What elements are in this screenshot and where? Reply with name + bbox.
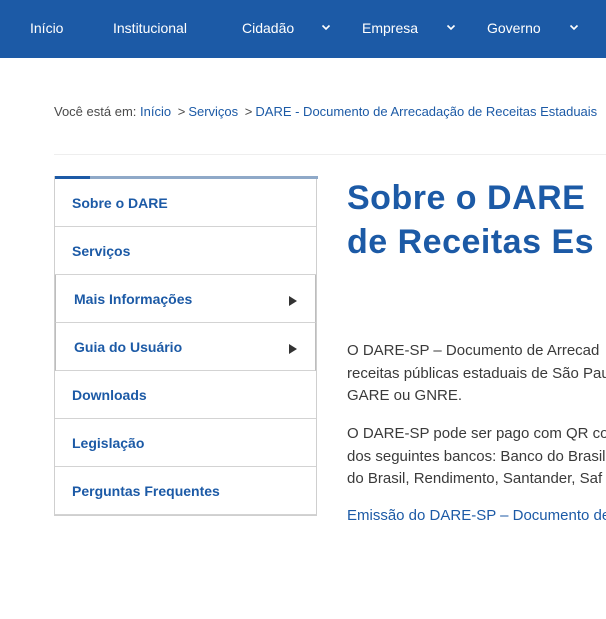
- paragraph-line: GARE ou GNRE.: [347, 387, 463, 404]
- paragraph-line: dos seguintes bancos: Banco do Brasil: [347, 447, 606, 465]
- chevron-down-icon[interactable]: [569, 22, 579, 32]
- nav-item-cidadao[interactable]: Cidadão: [242, 0, 294, 58]
- breadcrumb: Você está em: Início > Serviços > DARE - D…: [54, 104, 597, 119]
- breadcrumb-prefix: Você está em:: [54, 104, 137, 119]
- nav-item-inicio[interactable]: Início: [30, 0, 63, 58]
- top-navigation-bar: Início Institucional Cidadão Empresa Gov…: [0, 0, 606, 58]
- sidebar-item-label: Sobre o DARE: [72, 195, 168, 211]
- sidebar-item-sobre-o-dare[interactable]: Sobre o DARE: [55, 179, 316, 227]
- sidebar-item-label: Serviços: [72, 243, 131, 259]
- payment-paragraph: O DARE-SP pode ser pago com QR co dos se…: [347, 423, 606, 491]
- breadcrumb-link-dare[interactable]: DARE - Documento de Arrecadação de Recei…: [255, 104, 597, 119]
- sidebar-item-servicos[interactable]: Serviços: [55, 227, 316, 275]
- sidebar-item-label: Guia do Usuário: [74, 339, 183, 355]
- sidebar-item-downloads[interactable]: Downloads: [55, 371, 316, 419]
- nav-item-governo[interactable]: Governo: [487, 0, 541, 58]
- page-title-line: de Receitas Es: [347, 223, 595, 261]
- paragraph-line: do Brasil, Rendimento, Santander, Saf: [347, 470, 603, 487]
- divider: [54, 154, 606, 155]
- sidebar-item-label: Mais Informações: [74, 291, 193, 307]
- sidebar-item-label: Legislação: [72, 435, 145, 451]
- intro-paragraph: O DARE-SP – Documento de Arrecad receita…: [347, 340, 606, 408]
- emission-dare-link[interactable]: Emissão do DARE-SP – Documento de: [347, 507, 606, 524]
- sidebar-item-label: Downloads: [72, 387, 147, 403]
- sidebar-item-mais-informacoes[interactable]: Mais Informações: [55, 275, 316, 323]
- triangle-right-icon[interactable]: [289, 293, 297, 306]
- paragraph-line: receitas públicas estaduais de São Pau: [347, 364, 606, 382]
- page-title-line: Sobre o DARE: [347, 179, 586, 217]
- breadcrumb-separator: >: [244, 104, 253, 119]
- sidebar-item-perguntas-frequentes[interactable]: Perguntas Frequentes: [55, 467, 316, 515]
- nav-item-institucional[interactable]: Institucional: [113, 0, 187, 58]
- paragraph-line: O DARE-SP – Documento de Arrecad: [347, 342, 600, 359]
- paragraph-line: O DARE-SP pode ser pago com QR co: [347, 425, 606, 442]
- triangle-right-icon[interactable]: [289, 341, 297, 354]
- sidebar-item-label: Perguntas Frequentes: [72, 483, 220, 499]
- page-title: Sobre o DARE de Receitas Es: [347, 176, 606, 264]
- chevron-down-icon[interactable]: [446, 22, 456, 32]
- nav-item-empresa[interactable]: Empresa: [362, 0, 418, 58]
- breadcrumb-link-inicio[interactable]: Início: [140, 104, 171, 119]
- breadcrumb-separator: >: [177, 104, 186, 119]
- sidebar-item-guia-do-usuario[interactable]: Guia do Usuário: [55, 323, 316, 371]
- chevron-down-icon[interactable]: [321, 22, 331, 32]
- sidebar-menu: Sobre o DARE Serviços Mais Informações G…: [54, 176, 318, 516]
- sidebar-item-legislacao[interactable]: Legislação: [55, 419, 316, 467]
- breadcrumb-link-servicos[interactable]: Serviços: [188, 104, 238, 119]
